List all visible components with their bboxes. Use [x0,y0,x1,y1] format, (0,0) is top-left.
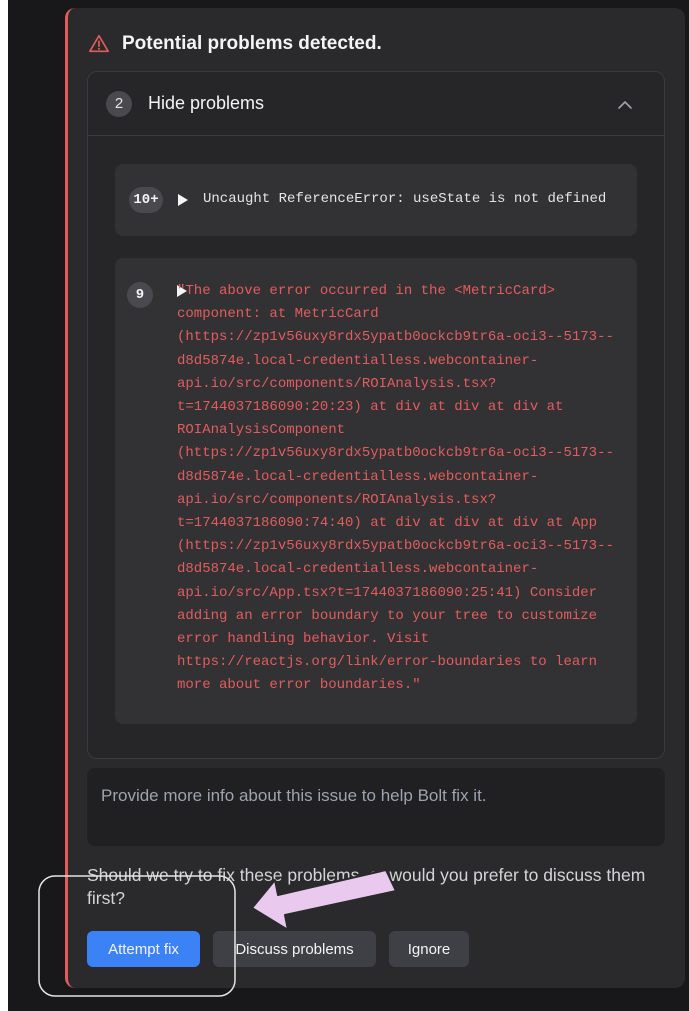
error-item[interactable]: 10+ Uncaught ReferenceError: useState is… [115,164,637,236]
problem-count-badge: 2 [106,90,132,117]
warning-triangle-icon [89,34,109,53]
hide-problems-label: Hide problems [148,93,265,113]
attempt-fix-button[interactable]: Attempt fix [87,931,200,967]
expand-triangle-icon[interactable] [178,194,188,206]
chevron-up-icon[interactable] [616,96,634,114]
panel-title: Potential problems detected. [122,33,382,54]
discuss-problems-button[interactable]: Discuss problems [213,931,376,967]
error-item[interactable]: 9 "The above error occurred in the <Metr… [115,258,637,724]
error-count-badge: 10+ [129,187,163,213]
error-count-badge: 9 [127,282,153,308]
error-message: Uncaught ReferenceError: useState is not… [203,191,607,207]
panel-header: Potential problems detected. [88,30,382,58]
error-message: "The above error occurred in the <Metric… [177,283,614,694]
ignore-button[interactable]: Ignore [389,931,469,967]
issue-info-input[interactable]: Provide more info about this issue to he… [87,768,665,846]
problems-list: 2 Hide problems 10+ Uncaught ReferenceEr… [87,71,665,759]
problems-panel: Potential problems detected. 2 Hide prob… [65,8,685,988]
action-buttons: Attempt fix Discuss problems Ignore [87,931,469,967]
app-frame: Potential problems detected. 2 Hide prob… [8,0,689,1011]
fix-question-text: Should we try to fix these problems, or … [87,865,646,908]
hide-problems-toggle[interactable]: 2 Hide problems [88,72,664,136]
